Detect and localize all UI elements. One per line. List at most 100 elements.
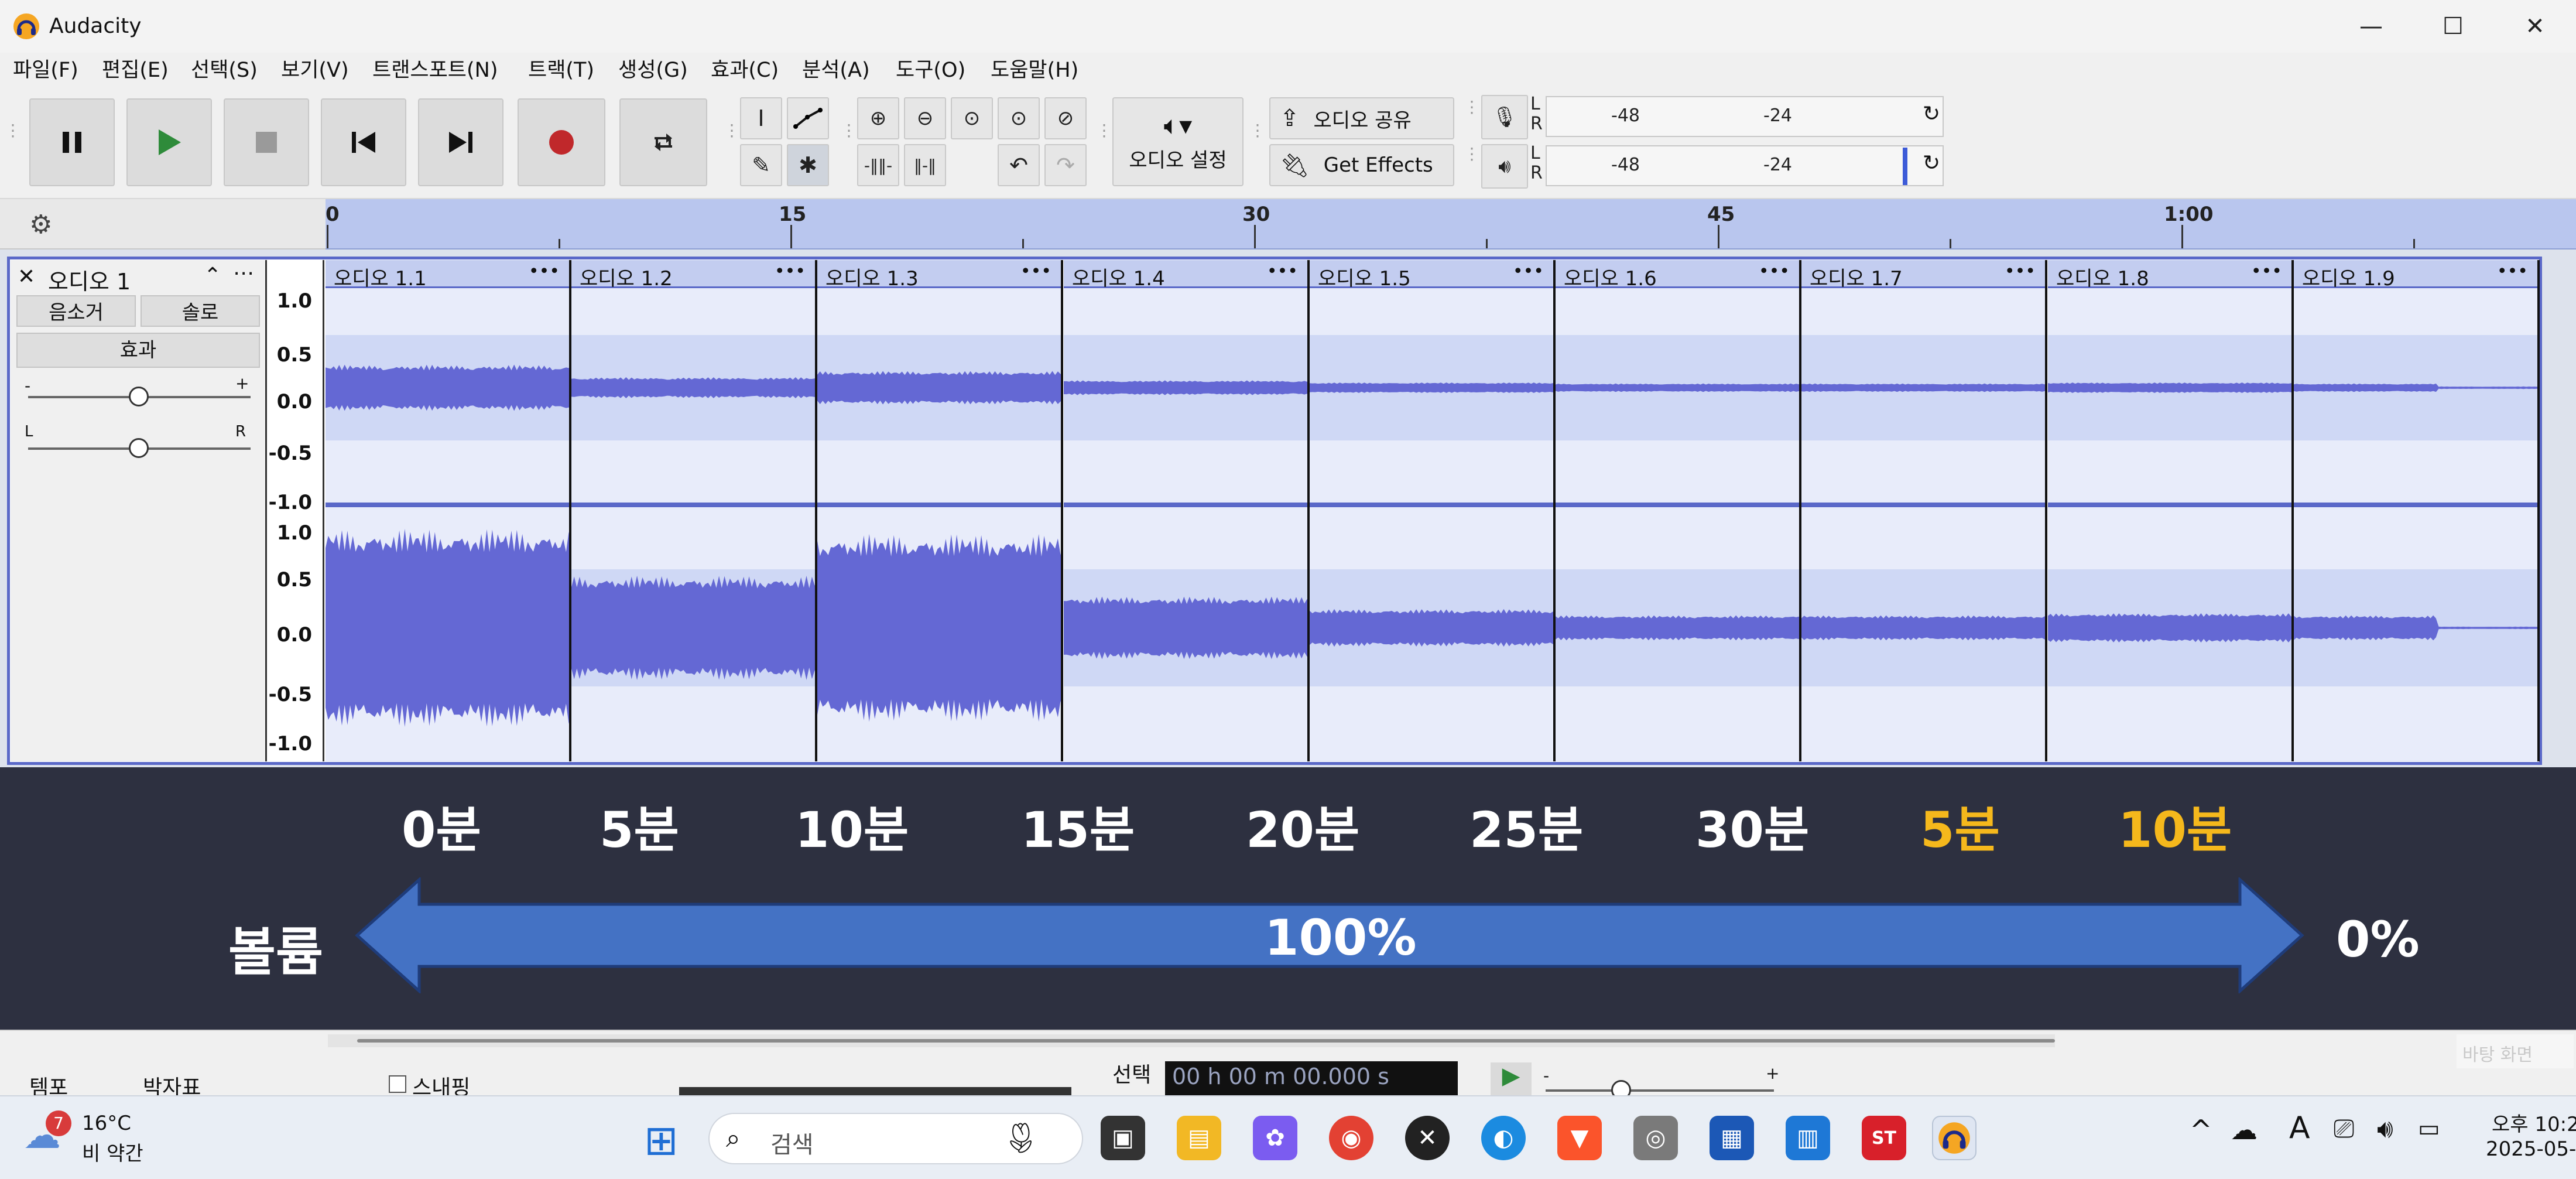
camera-icon[interactable]: ◎ <box>1633 1116 1678 1160</box>
loop-button[interactable] <box>619 98 707 186</box>
audio-clip[interactable]: 오디오 1.4 ••• <box>1064 260 1310 761</box>
timeline-ruler[interactable]: 0 15 30 45 1:00 <box>326 199 2576 250</box>
gain-slider-thumb[interactable] <box>129 387 149 406</box>
track-effects-button[interactable]: 효과 <box>16 333 260 368</box>
playback-meter[interactable]: -48 -24 <box>1546 145 1944 186</box>
pause-button[interactable] <box>29 98 115 186</box>
st-app-icon[interactable]: ST <box>1862 1116 1906 1160</box>
menu-view[interactable]: 보기(V) <box>281 53 349 88</box>
calendar-icon[interactable]: ▥ <box>1786 1116 1830 1160</box>
scrollbar-thumb[interactable] <box>357 1039 2055 1043</box>
audio-clip[interactable]: 오디오 1.3 ••• <box>817 260 1063 761</box>
toolbar-grip[interactable]: ⋮ <box>1464 99 1480 115</box>
close-track-icon[interactable]: ✕ <box>18 265 35 289</box>
horizontal-scrollbar[interactable] <box>328 1034 2055 1047</box>
play-button[interactable] <box>126 98 212 186</box>
file-explorer-icon[interactable]: ▤ <box>1177 1116 1221 1160</box>
skip-to-end-button[interactable] <box>418 98 503 186</box>
zoom-in-button[interactable]: ⊕ <box>857 97 899 139</box>
redo-button[interactable]: ↷ <box>1044 144 1087 186</box>
menu-tools[interactable]: 도구(O) <box>896 53 965 88</box>
silence-audio-button[interactable]: ‖-‖ <box>904 144 946 186</box>
taskbar-search-box[interactable]: ⌕ 검색 🌷︎ <box>708 1113 1083 1164</box>
app-x-icon[interactable]: ✕ <box>1405 1116 1450 1160</box>
meter-options-icon[interactable]: ↻ <box>1923 151 1940 175</box>
menu-select[interactable]: 선택(S) <box>191 53 258 88</box>
clip-area[interactable]: 오디오 1.1 ••• 오디오 1.2 ••• 오디오 1.3 ••• 오디오 1.4 •••… <box>326 260 2540 761</box>
zoom-out-button[interactable]: ⊖ <box>904 97 946 139</box>
audio-clip[interactable]: 오디오 1.1 ••• <box>326 260 571 761</box>
volume-icon[interactable]: 🔊︎ <box>2377 1114 2393 1144</box>
toolbar-grip[interactable]: ⋮ <box>841 122 857 139</box>
menu-generate[interactable]: 생성(G) <box>618 53 688 88</box>
meter-options-icon[interactable]: ↻ <box>1923 102 1940 126</box>
battery-icon[interactable]: ▭ <box>2418 1115 2440 1142</box>
draw-tool-button[interactable]: ✎ <box>740 144 782 186</box>
play-speed-slider[interactable] <box>1546 1089 1774 1092</box>
record-button[interactable] <box>518 98 605 186</box>
snap-checkbox[interactable] <box>389 1075 406 1093</box>
share-audio-button[interactable]: ⇪ 오디오 공유 <box>1269 97 1454 139</box>
fit-selection-button[interactable]: ⊙ <box>951 97 993 139</box>
minimize-button[interactable]: — <box>2330 0 2412 53</box>
menu-tracks[interactable]: 트랙(T) <box>528 53 594 88</box>
skip-to-start-button[interactable] <box>321 98 406 186</box>
collapse-track-icon[interactable]: ⌃ <box>204 264 221 288</box>
envelope-tool-button[interactable] <box>787 97 829 139</box>
start-windows-icon[interactable]: ⊞ <box>644 1116 679 1164</box>
taskview-icon[interactable]: ▣ <box>1101 1116 1145 1160</box>
mute-button[interactable]: 음소거 <box>16 295 136 327</box>
menu-transport[interactable]: 트랜스포트(N) <box>372 53 498 88</box>
pan-slider-thumb[interactable] <box>129 438 149 458</box>
menu-analyze[interactable]: 분석(A) <box>802 53 870 88</box>
playback-meter-button[interactable]: 🔊︎ <box>1481 144 1528 189</box>
solo-button[interactable]: 솔로 <box>141 295 260 327</box>
menu-edit[interactable]: 편집(E) <box>102 53 169 88</box>
record-meter-button[interactable]: 🎙︎ <box>1481 95 1528 139</box>
menu-effect[interactable]: 효과(C) <box>711 53 779 88</box>
track-name[interactable]: 오디오 1 <box>48 264 131 296</box>
toolbar-grip[interactable]: ⋮ <box>1096 122 1112 139</box>
undo-button[interactable]: ↶ <box>998 144 1040 186</box>
recording-meter[interactable]: -48 -24 <box>1546 96 1944 137</box>
stop-button[interactable] <box>224 98 309 186</box>
track-menu-icon[interactable]: ⋯ <box>233 261 254 285</box>
audacity-taskbar-icon[interactable] <box>1932 1116 1976 1160</box>
store-icon[interactable]: ▦ <box>1710 1116 1754 1160</box>
weather-desc[interactable]: 비 약간 <box>82 1137 143 1166</box>
copilot-icon[interactable]: ✿ <box>1253 1116 1297 1160</box>
show-hidden-icons[interactable]: ^ <box>2190 1114 2212 1146</box>
brave-icon[interactable]: ▼ <box>1557 1116 1602 1160</box>
toolbar-grip[interactable]: ⋮ <box>1464 146 1480 162</box>
ime-indicator[interactable]: A <box>2289 1110 2310 1146</box>
close-window-button[interactable]: ✕ <box>2494 0 2576 53</box>
menu-file[interactable]: 파일(F) <box>13 53 78 88</box>
toolbar-grip[interactable]: ⋮ <box>724 122 740 139</box>
onedrive-cloud-icon[interactable]: ☁ <box>2231 1114 2258 1146</box>
audio-clip[interactable]: 오디오 1.6 ••• <box>1556 260 1801 761</box>
toolbar-grip[interactable]: ⋮ <box>1249 122 1266 139</box>
get-effects-button[interactable]: 🔌︎ Get Effects <box>1269 144 1454 186</box>
fit-project-button[interactable]: ⊙ <box>998 97 1040 139</box>
chrome-icon[interactable]: ◉ <box>1329 1116 1373 1160</box>
network-icon[interactable]: ⎚ <box>2334 1114 2354 1144</box>
clock-date[interactable]: 2025-05-0 <box>2486 1137 2576 1161</box>
audio-setup-button[interactable]: 🔈︎▾ 오디오 설정 <box>1112 97 1244 186</box>
gear-icon[interactable]: ⚙ <box>29 210 52 240</box>
toolbar-grip[interactable]: ⋮ <box>5 122 21 139</box>
play-at-speed-button[interactable]: ▶ <box>1491 1062 1532 1095</box>
zoom-toggle-button[interactable]: ⊘ <box>1044 97 1087 139</box>
edge-icon[interactable]: ◐ <box>1481 1116 1526 1160</box>
maximize-button[interactable]: ☐ <box>2412 0 2494 53</box>
selection-tool-button[interactable]: I <box>740 97 782 139</box>
selection-time-field[interactable]: 00 h 00 m 00.000 s <box>1165 1061 1458 1096</box>
multi-tool-button[interactable]: ✱ <box>787 144 829 186</box>
audio-clip[interactable]: 오디오 1.9 ••• <box>2294 260 2540 761</box>
clock-time[interactable]: 오후 10:2 <box>2492 1108 2576 1137</box>
audio-clip[interactable]: 오디오 1.2 ••• <box>571 260 817 761</box>
weather-temp[interactable]: 16°C <box>82 1112 131 1135</box>
audio-clip[interactable]: 오디오 1.8 ••• <box>2048 260 2294 761</box>
trim-audio-button[interactable]: -‖‖- <box>857 144 899 186</box>
menu-help[interactable]: 도움말(H) <box>991 53 1078 88</box>
audio-clip[interactable]: 오디오 1.5 ••• <box>1310 260 1556 761</box>
